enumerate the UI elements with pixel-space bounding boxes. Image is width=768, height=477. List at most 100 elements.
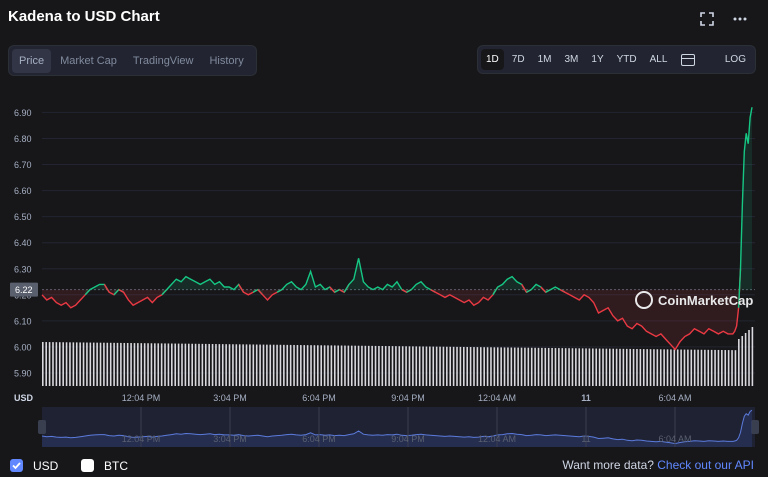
y-tick-label: 6.90 <box>14 108 32 118</box>
volume-bar <box>137 343 139 386</box>
volume-bar <box>259 344 261 386</box>
volume-bar <box>401 346 404 386</box>
volume-bar <box>52 342 54 386</box>
volume-bar <box>69 342 71 386</box>
api-link[interactable]: Check out our API <box>657 458 754 472</box>
volume-bar <box>279 344 282 386</box>
volume-bar <box>687 349 689 386</box>
volume-bar <box>642 349 645 386</box>
volume-bar <box>439 346 441 386</box>
volume-bar <box>588 348 591 386</box>
tab-market-cap[interactable]: Market Cap <box>53 49 124 73</box>
volume-bar <box>201 343 204 386</box>
volume-bar <box>320 345 323 386</box>
volume-bar <box>639 349 642 386</box>
volume-bar <box>354 345 356 386</box>
volume-bar <box>300 345 302 386</box>
time-navigator: 12:04 PM 3:04 PM 6:04 PM 9:04 PM 12:04 AM 11 6… <box>38 407 759 447</box>
volume-bar <box>571 348 574 386</box>
volume-bar <box>72 342 75 386</box>
y-tick-label: 6.40 <box>14 238 32 248</box>
range-3m[interactable]: 3M <box>560 49 584 70</box>
volume-bar <box>619 348 621 386</box>
volume-bar <box>65 342 68 386</box>
volume-bar <box>541 347 543 386</box>
tab-price[interactable]: Price <box>12 48 52 73</box>
price-area-fills <box>42 107 752 350</box>
volume-bar <box>622 348 625 386</box>
y-tick-label: 6.50 <box>14 212 32 222</box>
y-unit-label: USD <box>14 393 34 403</box>
log-scale-button[interactable]: LOG <box>725 54 746 65</box>
volume-bar <box>731 350 733 386</box>
volume-bar <box>333 345 336 386</box>
volume-bar <box>164 343 166 386</box>
volume-bar <box>252 344 255 386</box>
volume-bar <box>75 342 78 386</box>
volume-bar <box>490 347 492 386</box>
volume-bar <box>130 343 132 386</box>
volume-bar <box>157 343 160 386</box>
x-tick-label: 6:04 AM <box>658 393 691 403</box>
volume-bar <box>55 342 58 386</box>
volume-bar <box>575 348 577 386</box>
volume-bar <box>724 350 727 386</box>
volume-bar <box>412 346 414 386</box>
tab-tradingview[interactable]: TradingView <box>126 49 201 73</box>
volume-bar <box>191 343 193 386</box>
range-7d[interactable]: 7D <box>507 49 530 70</box>
volume-bar <box>432 346 435 386</box>
volume-bar <box>391 346 394 386</box>
volume-bar <box>656 349 659 386</box>
volume-bar <box>99 342 102 386</box>
volume-bar <box>116 342 119 386</box>
range-ytd[interactable]: YTD <box>612 49 642 70</box>
x-tick-label: 9:04 PM <box>391 393 425 403</box>
more-icon[interactable] <box>732 12 748 28</box>
price-chart[interactable]: 6.906.806.706.606.506.406.306.206.106.00… <box>0 90 768 452</box>
range-all[interactable]: ALL <box>645 49 673 70</box>
volume-bar <box>710 349 713 386</box>
volume-bar <box>486 347 489 386</box>
volume-bar <box>547 347 550 386</box>
x-tick-label: 12:04 PM <box>122 393 161 403</box>
volume-bar <box>347 345 350 386</box>
volume-bar <box>534 347 536 386</box>
volume-bar <box>198 343 200 386</box>
volume-bar <box>585 348 587 386</box>
navigator-tick-label: 11 <box>581 434 590 444</box>
volume-bar <box>313 345 316 386</box>
btc-checkbox[interactable] <box>81 459 94 472</box>
volume-bar <box>58 342 61 386</box>
volume-bar <box>483 347 485 386</box>
volume-bar <box>680 349 682 386</box>
volume-bar <box>361 345 363 386</box>
fullscreen-icon[interactable] <box>699 12 715 28</box>
volume-bar <box>479 347 482 386</box>
volume-bar <box>398 346 401 386</box>
volume-bar <box>697 349 699 386</box>
volume-bar <box>418 346 421 386</box>
range-1m[interactable]: 1M <box>533 49 557 70</box>
volume-bar <box>609 348 611 386</box>
volume-bar <box>177 343 180 386</box>
volume-bar <box>517 347 519 386</box>
volume-bar <box>337 345 339 386</box>
range-1d[interactable]: 1D <box>481 49 504 70</box>
volume-bar <box>45 342 47 386</box>
volume-bar <box>727 350 730 386</box>
volume-bar <box>225 344 227 386</box>
watermark-text: CoinMarketCap <box>658 293 753 308</box>
volume-bar <box>289 344 292 386</box>
tab-history[interactable]: History <box>202 49 250 73</box>
volume-bar <box>510 347 513 386</box>
volume-bar <box>670 349 672 386</box>
range-1y[interactable]: 1Y <box>586 49 608 70</box>
volume-bar <box>269 344 272 386</box>
usd-checkbox[interactable] <box>10 459 23 472</box>
calendar-icon[interactable] <box>681 53 696 66</box>
volume-bar <box>442 346 445 386</box>
volume-bar <box>625 348 628 386</box>
volume-bars <box>42 327 754 386</box>
x-tick-label: 6:04 PM <box>302 393 336 403</box>
